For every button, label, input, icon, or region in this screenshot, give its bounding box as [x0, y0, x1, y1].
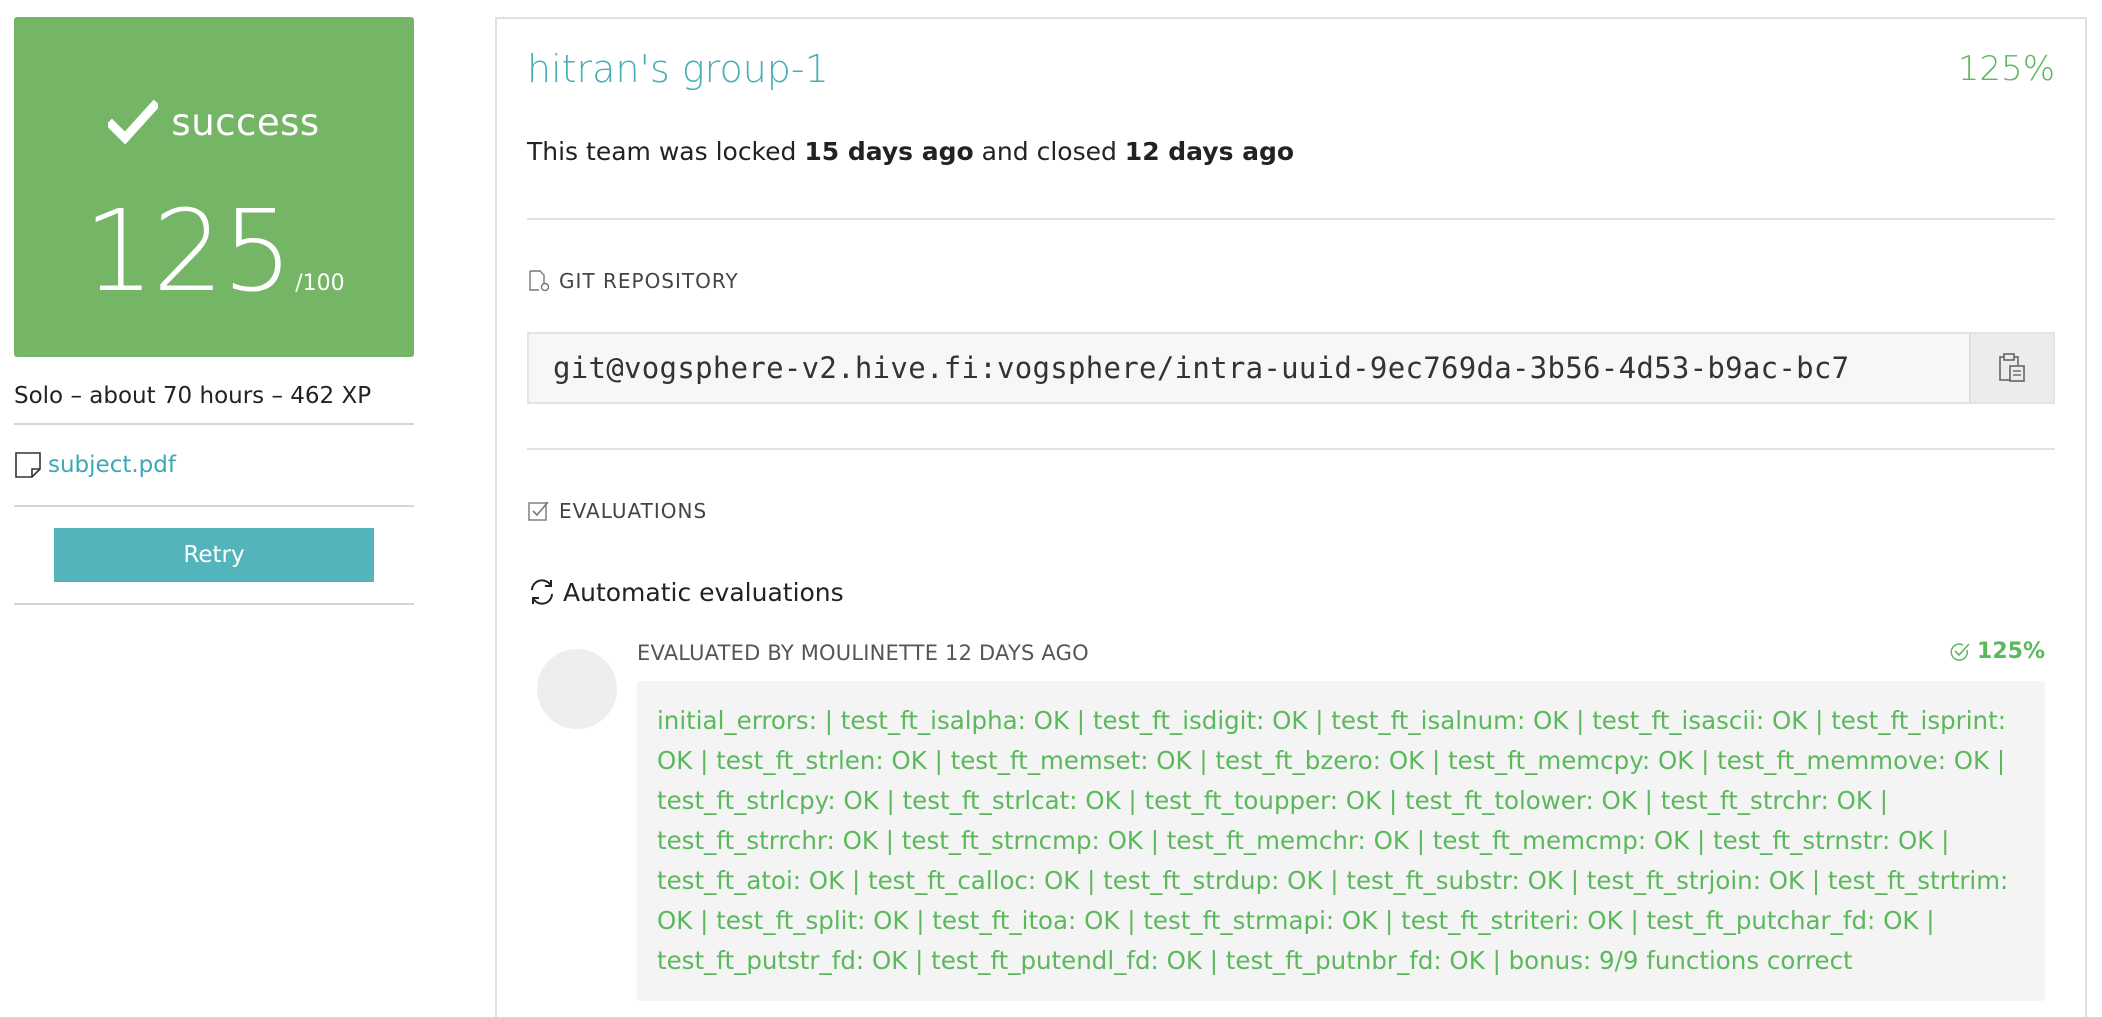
- retry-row: Retry: [14, 507, 414, 603]
- git-url-text[interactable]: git@vogsphere-v2.hive.fi:vogsphere/intra…: [553, 334, 1963, 402]
- status-row: success: [14, 99, 414, 159]
- checkmark-icon: [108, 99, 159, 145]
- evaluations-heading: EVALUATIONS: [527, 499, 707, 523]
- automatic-evaluations-heading: Automatic evaluations: [527, 577, 844, 607]
- team-title[interactable]: hitran's group-1: [527, 47, 829, 91]
- locked-ago: 15 days ago: [804, 137, 974, 166]
- document-icon: [15, 452, 41, 478]
- git-repository-label: GIT REPOSITORY: [559, 269, 739, 293]
- clipboard-icon: [1999, 353, 2025, 382]
- divider: [14, 603, 414, 605]
- evaluated-by: EVALUATED BY MOULINETTE 12 DAYS AGO: [637, 641, 1089, 665]
- team-percent: 125%: [1957, 49, 2055, 89]
- repository-icon: [529, 270, 550, 292]
- divider: [527, 448, 2055, 450]
- status-label: success: [171, 100, 320, 144]
- evaluations-label: EVALUATIONS: [559, 499, 708, 523]
- evaluator-avatar[interactable]: [537, 649, 617, 729]
- evaluation-score: 125%: [1949, 639, 2045, 664]
- team-lock-status: This team was locked 15 days ago and clo…: [527, 137, 1294, 166]
- retry-button[interactable]: Retry: [54, 528, 374, 582]
- subject-pdf-link[interactable]: subject.pdf: [48, 452, 176, 478]
- git-repository-heading: GIT REPOSITORY: [527, 269, 739, 293]
- score-row: 125/100: [14, 187, 414, 317]
- checkbox-icon: [528, 501, 549, 521]
- lock-prefix: This team was locked: [527, 137, 805, 166]
- project-meta: Solo – about 70 hours – 462 XP: [14, 383, 372, 409]
- project-sidebar: success 125/100 Solo – about 70 hours – …: [14, 17, 414, 605]
- divider: [527, 218, 2055, 220]
- score-card: success 125/100: [14, 17, 414, 357]
- git-url-field[interactable]: git@vogsphere-v2.hive.fi:vogsphere/intra…: [527, 332, 2055, 404]
- evaluation-trace: initial_errors: | test_ft_isalpha: OK | …: [637, 681, 2045, 1001]
- max-score: /100: [295, 271, 345, 296]
- final-score: 125: [83, 187, 293, 317]
- refresh-icon: [531, 579, 553, 605]
- check-circle-icon: [1950, 642, 1970, 661]
- lock-middle: and closed: [973, 137, 1125, 166]
- automatic-evaluations-label: Automatic evaluations: [563, 577, 844, 607]
- team-panel: hitran's group-1 125% This team was lock…: [495, 17, 2087, 1017]
- closed-ago: 12 days ago: [1124, 137, 1295, 166]
- subject-row: subject.pdf: [14, 425, 414, 505]
- evaluation-score-value: 125%: [1977, 639, 2045, 664]
- copy-url-button[interactable]: [1969, 334, 2053, 402]
